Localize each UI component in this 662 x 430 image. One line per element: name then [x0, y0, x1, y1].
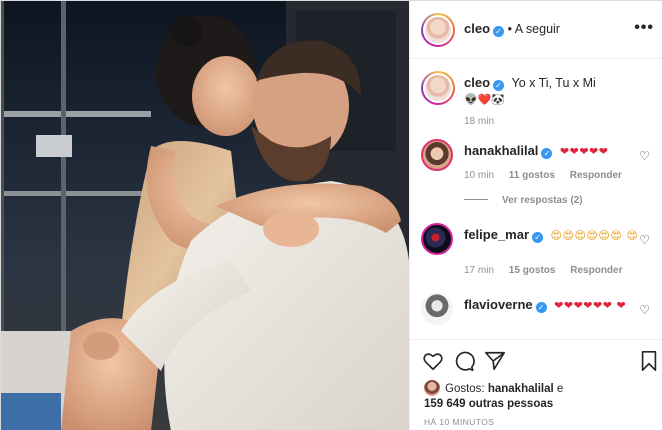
- comments-list[interactable]: cleo ✓ Yo x Ti, Tu x Mi 👽❤️🐼 18 min hanak…: [410, 59, 662, 339]
- view-replies-button[interactable]: Ver respostas (2): [464, 195, 583, 206]
- comment-time: 17 min: [464, 265, 495, 276]
- reply-button[interactable]: Responder: [570, 265, 622, 276]
- commenter-avatar[interactable]: [421, 223, 453, 255]
- comment-body: ❤❤❤❤❤: [559, 145, 609, 158]
- replies-divider: [464, 199, 488, 200]
- commenter-avatar[interactable]: [421, 293, 453, 325]
- comment-text: felipe_mar ✓ 😍😍😍😍😍😍 😍: [464, 226, 639, 244]
- caption-emojis: 👽❤️🐼: [464, 94, 506, 106]
- follow-button[interactable]: • A seguir: [508, 22, 560, 36]
- commenter-username[interactable]: flavioverne: [464, 297, 533, 312]
- verified-icon: ✓: [541, 148, 553, 159]
- post-dialog: cleo ✓ • A seguir ••• cleo ✓ Yo x Ti, Tu x…: [0, 0, 662, 430]
- comment-like-heart-icon[interactable]: ♡: [639, 303, 650, 317]
- liker-avatar[interactable]: [424, 380, 440, 396]
- verified-icon: ✓: [532, 232, 544, 243]
- comment-like-heart-icon[interactable]: ♡: [639, 149, 650, 163]
- liked-and: e: [556, 383, 564, 395]
- comment-meta: 10 min 11 gostos Responder: [464, 170, 634, 181]
- photo-illustration: [1, 1, 409, 430]
- author-line: cleo ✓ • A seguir: [464, 21, 560, 37]
- liked-by: Gostos: hanakhalilal e 159 649 outras pe…: [424, 380, 563, 412]
- comment-meta: 17 min 15 gostos Responder: [464, 265, 635, 276]
- verified-icon: ✓: [493, 26, 505, 37]
- post-time-ago[interactable]: HÁ 10 MINUTOS: [424, 417, 494, 427]
- commenter-avatar[interactable]: [421, 139, 453, 171]
- comment-bubble-icon[interactable]: [453, 350, 475, 372]
- post-side-panel: cleo ✓ • A seguir ••• cleo ✓ Yo x Ti, Tu x…: [409, 1, 662, 430]
- heart-outline-icon[interactable]: [422, 350, 444, 372]
- liked-prefix: Gostos:: [445, 383, 485, 395]
- post-actions: Gostos: hanakhalilal e 159 649 outras pe…: [410, 339, 662, 430]
- author-avatar[interactable]: [421, 13, 455, 47]
- caption-username[interactable]: cleo: [464, 75, 490, 90]
- comment-body: ❤❤❤❤❤❤ ❤: [554, 299, 627, 312]
- comment-time: 10 min: [464, 170, 495, 181]
- view-replies-label: Ver respostas (2): [502, 195, 583, 206]
- paper-plane-icon[interactable]: [484, 350, 506, 372]
- caption-time: 18 min: [464, 116, 495, 127]
- post-photo[interactable]: [1, 1, 409, 430]
- comment-likes[interactable]: 15 gostos: [509, 265, 556, 276]
- caption-text: cleo ✓ Yo x Ti, Tu x Mi 👽❤️🐼: [464, 75, 654, 108]
- comment-text: hanakhalilal ✓ ❤❤❤❤❤: [464, 142, 639, 160]
- caption-body: Yo x Ti, Tu x Mi: [511, 76, 596, 90]
- verified-icon: ✓: [493, 80, 505, 91]
- likes-count[interactable]: 159 649 outras pessoas: [424, 398, 553, 410]
- verified-icon: ✓: [535, 302, 547, 313]
- liker-username[interactable]: hanakhalilal: [488, 383, 554, 395]
- comment-text: flavioverne ✓ ❤❤❤❤❤❤ ❤: [464, 296, 639, 314]
- post-header: cleo ✓ • A seguir •••: [410, 1, 662, 59]
- bookmark-icon[interactable]: [638, 350, 660, 372]
- comment-like-heart-icon[interactable]: ♡: [639, 233, 650, 247]
- commenter-username[interactable]: hanakhalilal: [464, 143, 538, 158]
- comment-likes[interactable]: 11 gostos: [509, 170, 555, 181]
- author-username[interactable]: cleo: [464, 21, 490, 36]
- comment-body: 😍😍😍😍😍😍 😍: [550, 229, 639, 242]
- reply-button[interactable]: Responder: [570, 170, 622, 181]
- commenter-username[interactable]: felipe_mar: [464, 227, 529, 242]
- caption-avatar[interactable]: [421, 71, 455, 105]
- more-options-icon[interactable]: •••: [634, 19, 654, 37]
